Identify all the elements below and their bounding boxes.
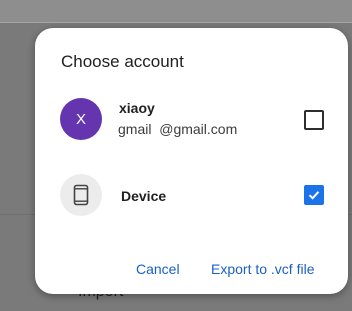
account-row-device[interactable]: Device [35,172,348,218]
account-name: xiaoy [119,100,155,116]
dialog-actions: Cancel Export to .vcf file [35,261,348,281]
choose-account-dialog: Choose account X xiaoy gmail @gmail.com … [35,28,348,294]
phone-icon [73,184,89,206]
gmail-account-checkbox[interactable] [304,110,324,130]
avatar: X [60,98,102,140]
checkmark-icon [308,191,320,200]
export-vcf-button[interactable]: Export to .vcf file [211,261,314,277]
background-toolbar [0,0,352,22]
account-row-gmail[interactable]: X xiaoy gmail @gmail.com [35,94,348,150]
device-label: Device [121,188,167,204]
background-divider-top [0,22,352,23]
dialog-title: Choose account [61,52,184,71]
account-email: gmail @gmail.com [118,121,238,137]
device-icon-container [60,174,102,216]
cancel-button[interactable]: Cancel [136,261,180,277]
device-checkbox[interactable] [304,185,324,205]
